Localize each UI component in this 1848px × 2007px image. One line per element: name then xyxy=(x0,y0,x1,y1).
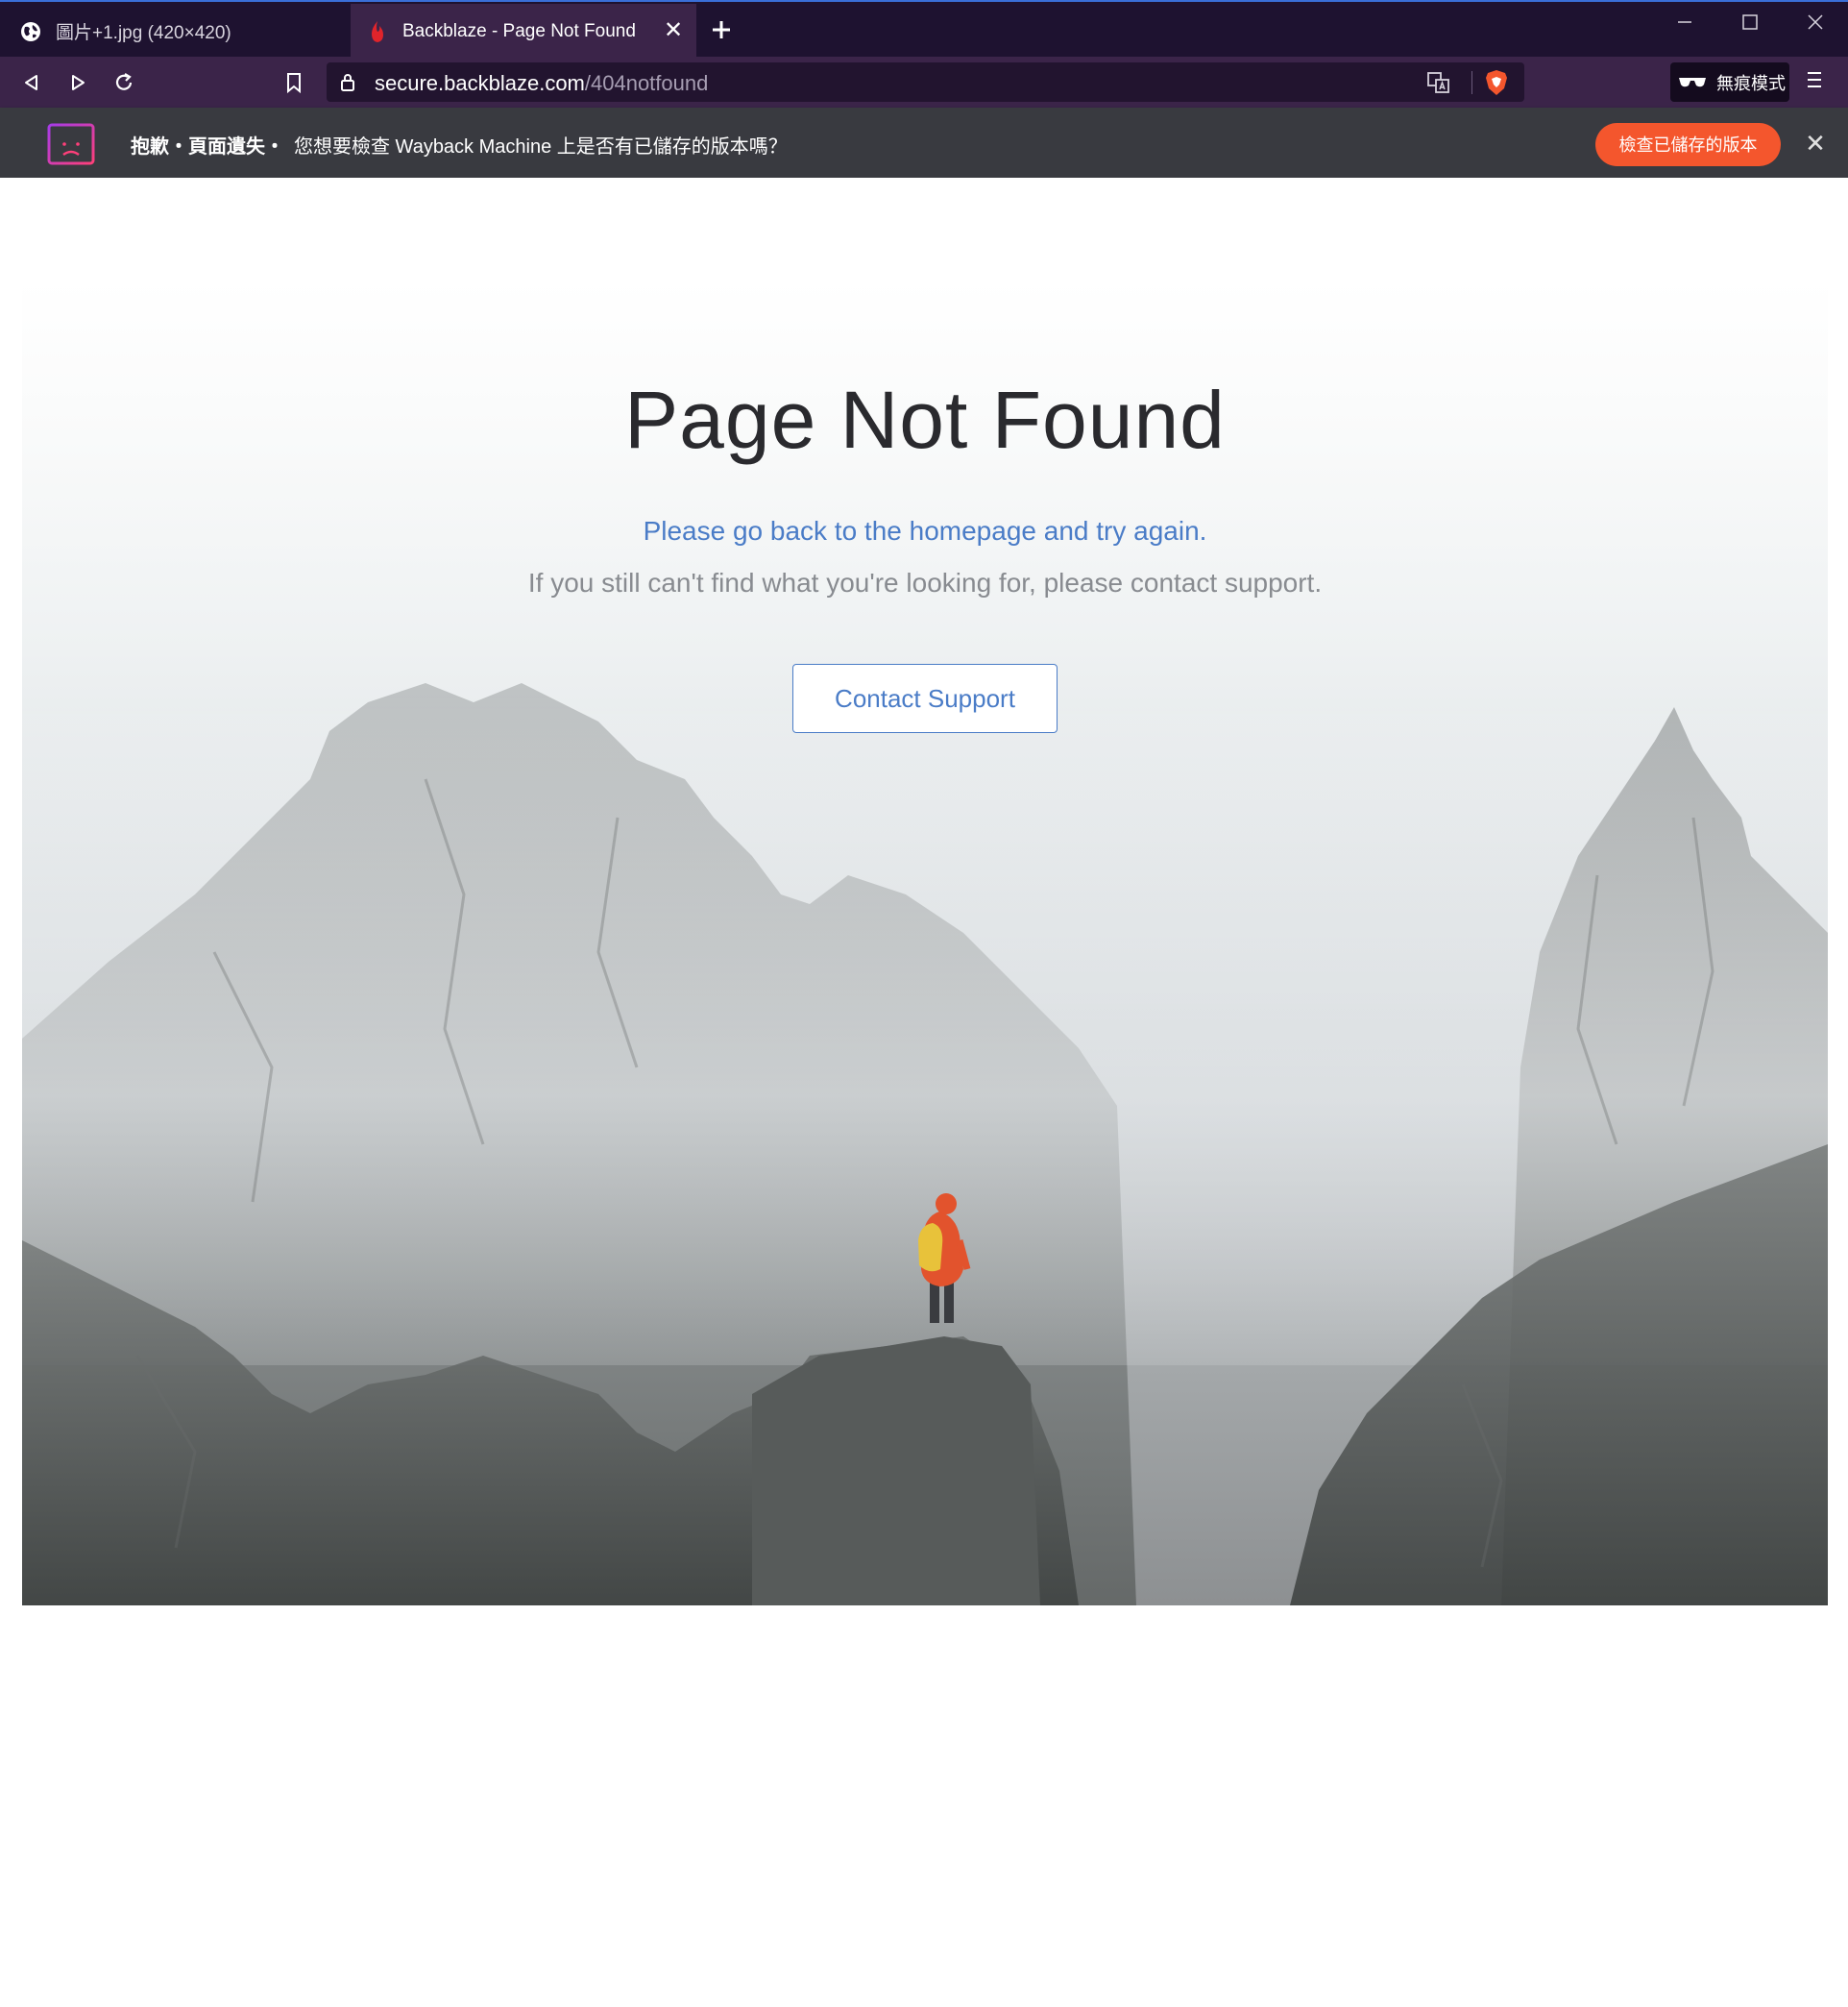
back-icon[interactable] xyxy=(14,65,49,100)
url-host: secure.backblaze.com xyxy=(375,71,585,95)
browser-titlebar: 圖片+1.jpg (420×420) Backblaze - Page Not … xyxy=(0,0,1848,59)
mountain-scene-image xyxy=(22,683,1828,1605)
minimize-icon[interactable] xyxy=(1656,8,1714,42)
hero-mountain-background: Page Not Found Please go back to the hom… xyxy=(22,280,1828,1605)
private-mode-label: 無痕模式 xyxy=(1716,73,1786,93)
wayback-message: 抱歉・頁面遺失・ 您想要檢查 Wayback Machine 上是否有已儲存的版本… xyxy=(131,131,788,159)
backblaze-flame-icon xyxy=(366,20,389,43)
tab-title: 圖片+1.jpg (420×420) xyxy=(56,23,231,43)
tab-backblaze[interactable]: Backblaze - Page Not Found ✕ xyxy=(351,4,696,59)
hamburger-menu-icon[interactable] xyxy=(1802,68,1831,97)
tab-title: Backblaze - Page Not Found xyxy=(402,20,636,41)
url-text[interactable]: secure.backblaze.com/404notfound xyxy=(375,71,708,96)
tab-image[interactable]: 圖片+1.jpg (420×420) xyxy=(0,4,350,59)
page-title: Page Not Found xyxy=(624,375,1226,465)
check-saved-version-button[interactable]: 檢查已儲存的版本 xyxy=(1595,123,1781,166)
page-body: Page Not Found Please go back to the hom… xyxy=(0,178,1848,2007)
support-text: If you still can't find what you're look… xyxy=(527,568,1323,598)
maximize-icon[interactable] xyxy=(1721,8,1779,42)
translate-icon[interactable] xyxy=(1426,70,1451,95)
address-bar-divider xyxy=(1471,71,1472,94)
url-path: /404notfound xyxy=(584,71,709,95)
wayback-question: 您想要檢查 Wayback Machine 上是否有已儲存的版本嗎？ xyxy=(294,136,788,158)
close-tab-icon[interactable]: ✕ xyxy=(660,17,687,44)
sad-browser-icon xyxy=(47,123,95,165)
browser-toolbar: secure.backblaze.com/404notfound 無痕模式 xyxy=(0,57,1848,108)
globe-icon xyxy=(19,20,42,43)
lock-icon[interactable] xyxy=(340,72,359,93)
homepage-link[interactable]: Please go back to the homepage and try a… xyxy=(22,516,1828,547)
forward-icon[interactable] xyxy=(61,65,95,100)
contact-support-button[interactable]: Contact Support xyxy=(792,664,1058,733)
bookmark-icon[interactable] xyxy=(277,65,311,100)
wayback-infobar: 抱歉・頁面遺失・ 您想要檢查 Wayback Machine 上是否有已儲存的版本… xyxy=(0,108,1848,178)
brave-shields-icon[interactable] xyxy=(1484,69,1509,96)
close-window-icon[interactable] xyxy=(1787,8,1844,42)
private-window-badge[interactable]: 無痕模式 xyxy=(1670,62,1789,102)
reload-icon[interactable] xyxy=(107,65,141,100)
wayback-bold-text: 抱歉・頁面遺失・ xyxy=(131,136,284,158)
plus-icon[interactable] xyxy=(707,17,736,46)
address-bar[interactable]: secure.backblaze.com/404notfound xyxy=(327,62,1524,102)
incognito-glasses-icon xyxy=(1679,77,1706,86)
close-infobar-icon[interactable]: ✕ xyxy=(1801,129,1830,158)
